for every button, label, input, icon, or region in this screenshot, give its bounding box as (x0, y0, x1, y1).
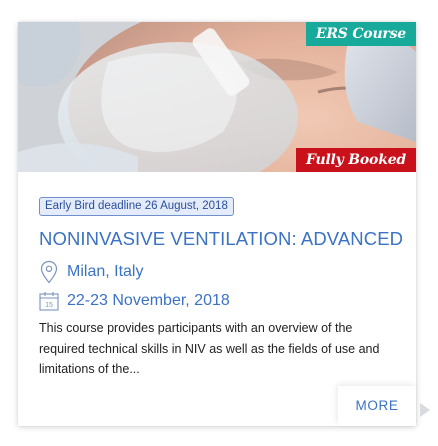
fully-booked-badge: Fully Booked (295, 148, 416, 172)
course-type-badge: ERS Course (305, 22, 416, 46)
course-location: Milan, Italy (39, 260, 143, 284)
more-button[interactable]: MORE (338, 386, 416, 426)
calendar-icon: 15 (39, 289, 59, 313)
course-title[interactable]: NONINVASIVE VENTILATION: ADVANCED (39, 227, 409, 251)
more-arrow-icon (420, 403, 430, 417)
location-text: Milan, Italy (67, 263, 144, 280)
course-card[interactable]: ERS Course Fully Booked Early Bird deadl… (18, 22, 416, 426)
location-pin-icon (39, 260, 59, 284)
course-hero-image[interactable]: ERS Course Fully Booked (18, 22, 416, 172)
course-description: This course provides participants with a… (39, 321, 380, 376)
date-text: 22-23 November, 2018 (67, 292, 230, 309)
early-bird-deadline-tag: Early Bird deadline 26 August, 2018 (39, 197, 234, 216)
calendar-day-number: 15 (45, 302, 53, 309)
course-dates: 15 22-23 November, 2018 (39, 289, 230, 313)
